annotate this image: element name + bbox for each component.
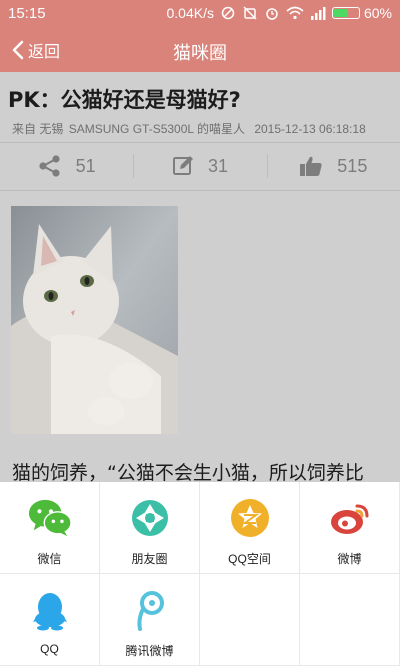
status-icons: 0.04K/s 60% (166, 5, 392, 21)
article-title: PK：公猫好还是母猫好? (8, 88, 241, 112)
share-stat[interactable]: 51 (0, 142, 133, 190)
status-bar: 15:15 0.04K/s 60% (0, 0, 400, 28)
share-grid-empty-cell (200, 574, 300, 666)
wechat-icon (28, 496, 72, 540)
battery-percent: 60% (363, 5, 392, 21)
meta-device: SAMSUNG GT-S5300L 的喵星人 (68, 122, 245, 136)
qzone-icon (228, 496, 272, 540)
share-label: 微信 (37, 552, 62, 566)
tencent-weibo-icon (128, 588, 172, 632)
share-label: 腾讯微博 (125, 644, 174, 658)
share-label: 朋友圈 (131, 552, 168, 566)
thumbs-up-icon (300, 156, 322, 176)
article-meta: 来自 无锡 SAMSUNG GT-S5300L 的喵星人 2015-12-13 … (12, 120, 366, 137)
battery-level (333, 9, 348, 17)
qq-icon (28, 588, 72, 632)
battery-icon (331, 7, 360, 19)
page-title: 猫咪圈 (173, 43, 227, 64)
share-wechat-button[interactable]: 微信 (0, 482, 100, 574)
signal-icon (310, 7, 326, 20)
cat-photo[interactable] (11, 206, 178, 434)
weibo-icon (328, 496, 372, 540)
cat-image (11, 206, 178, 434)
wifi-icon (286, 6, 304, 20)
share-grid-empty-cell (300, 574, 400, 666)
stats-row: 51 31 515 (0, 142, 400, 190)
divider (0, 190, 400, 191)
meta-time: 2015-12-13 06:18:18 (254, 122, 366, 136)
like-stat[interactable]: 515 (266, 142, 400, 190)
moments-icon (128, 496, 172, 540)
share-qzone-button[interactable]: QQ空间 (200, 482, 300, 574)
alarm-icon (266, 8, 278, 20)
battery-indicator: 60% (331, 5, 392, 21)
article-body-preview: 猫的饲养，“公猫不会生小猫，所以饲养比 (12, 462, 364, 484)
article: PK：公猫好还是母猫好? 来自 无锡 SAMSUNG GT-S5300L 的喵星… (0, 72, 400, 484)
sync-icon (221, 6, 235, 20)
edit-icon (172, 156, 193, 175)
share-sheet: 微信 朋友圈 QQ空间 微博 QQ 腾讯微博 (0, 482, 400, 666)
share-moments-button[interactable]: 朋友圈 (100, 482, 200, 574)
comment-count: 31 (207, 155, 228, 176)
share-label: QQ (40, 642, 59, 656)
share-grid: 微信 朋友圈 QQ空间 微博 QQ 腾讯微博 (0, 482, 400, 666)
meta-from: 来自 无锡 (12, 122, 64, 136)
mute-icon (243, 6, 257, 20)
app-header: 返回 猫咪圈 (0, 28, 400, 72)
status-time: 15:15 (8, 5, 46, 22)
share-count: 51 (75, 155, 96, 176)
share-icon (39, 155, 60, 177)
share-label: QQ空间 (228, 552, 271, 566)
comment-stat[interactable]: 31 (133, 142, 266, 190)
network-speed: 0.04K/s (166, 5, 214, 21)
share-weibo-button[interactable]: 微博 (300, 482, 400, 574)
share-label: 微博 (337, 552, 362, 566)
like-count: 515 (337, 155, 368, 176)
share-tencent-weibo-button[interactable]: 腾讯微博 (100, 574, 200, 666)
share-qq-button[interactable]: QQ (0, 574, 100, 666)
